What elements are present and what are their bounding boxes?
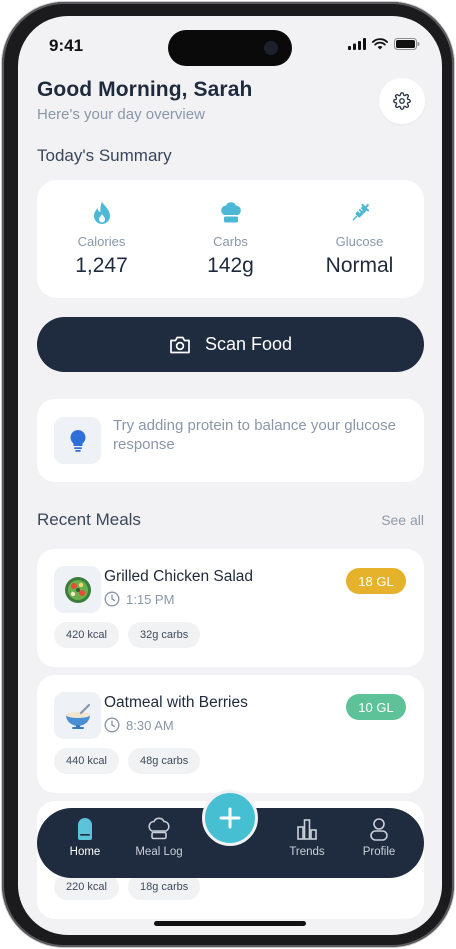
- recent-meals-title: Recent Meals: [37, 510, 141, 529]
- syringe-icon: [351, 203, 369, 221]
- bar-chart-icon: [297, 819, 317, 840]
- stat-value: 142g: [207, 254, 254, 277]
- tab-trends[interactable]: Trends: [277, 816, 337, 858]
- meal-name: Oatmeal with Berries: [104, 694, 248, 711]
- tip-card: Try adding protein to balance your gluco…: [37, 399, 424, 482]
- chef-hat-icon: [220, 202, 241, 223]
- tip-icon-tile: [54, 417, 101, 464]
- add-meal-fab[interactable]: [202, 790, 258, 846]
- stat-value: 1,247: [75, 254, 128, 277]
- stat-glucose: Glucose Normal: [295, 180, 424, 298]
- app-screen: 9:41 Good Morning, Sarah Here's your day…: [18, 16, 442, 935]
- gear-icon: [393, 92, 411, 110]
- meal-thumbnail: [54, 566, 101, 613]
- clock-icon: [104, 591, 120, 607]
- carbs-chip: 48g carbs: [127, 748, 201, 774]
- home-indicator[interactable]: [154, 921, 306, 926]
- tab-label: Home: [69, 846, 101, 858]
- greeting: Good Morning, Sarah: [37, 78, 253, 101]
- meal-time: 8:30 AM: [104, 717, 174, 733]
- meal-card[interactable]: Oatmeal with Berries 8:30 AM 10 GL 440 k…: [37, 675, 424, 793]
- scan-food-button[interactable]: Scan Food: [37, 317, 424, 372]
- chef-hat-icon: [148, 817, 170, 840]
- calories-chip: 420 kcal: [54, 622, 119, 648]
- camera-icon: [170, 336, 190, 354]
- tab-label: Profile: [362, 846, 396, 858]
- camera-lens: [264, 41, 278, 55]
- stat-value: Normal: [325, 254, 394, 277]
- tab-label: Meal Log: [135, 846, 183, 858]
- status-time: 9:41: [49, 36, 84, 55]
- tab-meal-log[interactable]: Meal Log: [129, 816, 189, 858]
- salad-bowl-icon: [64, 576, 91, 603]
- see-all-link[interactable]: See all: [381, 512, 424, 528]
- tip-text: Try adding protein to balance your gluco…: [113, 417, 396, 453]
- lightbulb-icon: [70, 429, 85, 452]
- tab-home[interactable]: Home: [55, 816, 115, 858]
- meal-time-text: 8:30 AM: [126, 717, 174, 733]
- stat-label: Calories: [77, 234, 126, 249]
- meal-name: Grilled Chicken Salad: [104, 568, 254, 585]
- summary-title: Today's Summary: [37, 146, 172, 165]
- flame-icon: [93, 201, 110, 224]
- meal-thumbnail: [54, 692, 101, 739]
- settings-button[interactable]: [379, 78, 425, 124]
- stat-label: Glucose: [335, 234, 384, 249]
- carbs-chip: 32g carbs: [127, 622, 201, 648]
- gl-badge: 10 GL: [346, 694, 406, 720]
- calories-chip: 440 kcal: [54, 748, 119, 774]
- status-icons: [348, 38, 420, 50]
- home-icon: [78, 818, 92, 840]
- clock-icon: [104, 717, 120, 733]
- meal-time: 1:15 PM: [104, 591, 174, 607]
- battery-icon: [394, 38, 420, 50]
- stat-calories: Calories 1,247: [37, 180, 166, 298]
- scan-food-label: Scan Food: [204, 334, 293, 354]
- plus-icon: [219, 807, 241, 829]
- summary-card: Calories 1,247 Carbs 142g Glucose Normal: [37, 180, 424, 298]
- user-icon: [370, 818, 388, 841]
- gl-badge: 18 GL: [346, 568, 406, 594]
- tab-label: Trends: [289, 846, 325, 858]
- phone-frame: 9:41 Good Morning, Sarah Here's your day…: [2, 2, 454, 947]
- greeting-subtitle: Here's your day overview: [37, 106, 205, 123]
- signal-icon: [348, 38, 366, 50]
- stat-label: Carbs: [213, 234, 248, 249]
- wifi-icon: [372, 38, 388, 50]
- meal-card[interactable]: Grilled Chicken Salad 1:15 PM 18 GL 420 …: [37, 549, 424, 667]
- dynamic-island: [168, 30, 292, 66]
- stat-carbs: Carbs 142g: [166, 180, 295, 298]
- oatmeal-bowl-icon: [65, 703, 90, 729]
- meal-time-text: 1:15 PM: [126, 591, 175, 607]
- tab-profile[interactable]: Profile: [349, 816, 409, 858]
